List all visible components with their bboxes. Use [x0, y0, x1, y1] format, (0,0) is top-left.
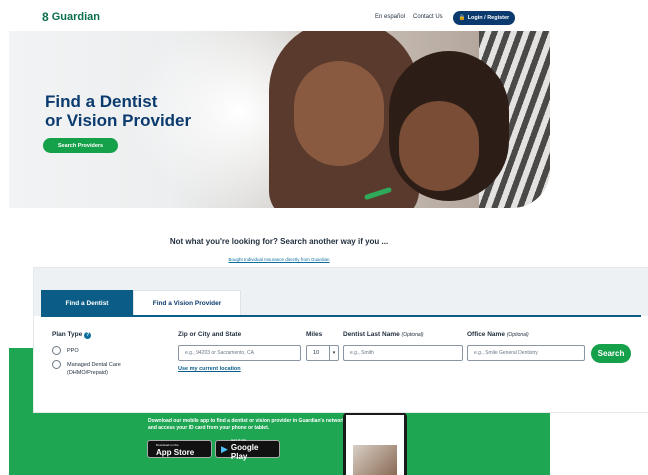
guardian-logo-icon: 8 [42, 10, 49, 24]
hero-title-line1: Find a Dentist [45, 92, 158, 111]
plan-label-ppo: PPO [67, 348, 79, 354]
dentist-optional-text: (Optional) [401, 332, 424, 338]
guardian-logo[interactable]: 8 Guardian [42, 10, 100, 24]
chevron-down-icon: ▾ [329, 346, 338, 360]
app-promo-text: Download our mobile app to find a dentis… [148, 418, 348, 431]
plan-type-text: Plan Type [52, 331, 83, 338]
nav-contact-link[interactable]: Contact Us [413, 14, 443, 20]
office-name-input[interactable]: e.g., Smile General Dentistry [467, 345, 585, 361]
app-store-button[interactable]: Download on the App Store [147, 440, 212, 458]
google-play-button[interactable]: ▶ GET IT ON Google Play [215, 438, 280, 461]
plan-type-label: Plan Type? [52, 331, 92, 339]
phone-screen-photo [353, 445, 397, 475]
login-register-button[interactable]: 🔒 Login / Register [453, 11, 515, 25]
phone-screen [346, 415, 404, 475]
site-header: 8 Guardian En español Contact Us 🔒 Login… [0, 0, 648, 32]
individual-insurance-link[interactable]: Bought Individual Insurance directly fro… [0, 257, 558, 262]
help-icon[interactable]: ? [84, 332, 92, 339]
hero-photo-mother-face [294, 61, 384, 166]
hero-title-line2: or Vision Provider [45, 111, 192, 130]
office-name-text: Office Name [467, 331, 505, 338]
search-providers-button[interactable]: Search Providers [43, 138, 118, 153]
phone-mockup [343, 412, 407, 475]
miles-select[interactable]: 10 ▾ [306, 345, 339, 361]
google-play-icon: ▶ [221, 443, 228, 454]
search-button[interactable]: Search [591, 344, 631, 363]
logo-text: Guardian [51, 11, 100, 23]
zip-input[interactable]: e.g., 94203 or Sacramento, CA [178, 345, 301, 361]
tab-find-vision-provider[interactable]: Find a Vision Provider [133, 290, 241, 316]
zip-label: Zip or City and State [178, 331, 242, 338]
miles-label: Miles [306, 331, 323, 338]
dentist-name-input[interactable]: e.g., Smith [343, 345, 463, 361]
miles-value: 10 [313, 350, 320, 356]
use-current-location-link[interactable]: Use my current location [178, 366, 241, 372]
plan-radio-ppo[interactable] [52, 346, 61, 355]
hero-photo-child-face [399, 101, 479, 191]
office-name-label: Office Name (Optional) [467, 331, 529, 338]
office-optional-text: (Optional) [506, 332, 529, 338]
hero-title: Find a Dentist or Vision Provider [45, 92, 191, 130]
dentist-name-label: Dentist Last Name (Optional) [343, 331, 423, 338]
app-store-big-text: App Store [156, 447, 195, 457]
hero-banner: Find a Dentist or Vision Provider Search… [9, 31, 550, 208]
plan-label-dhmo: Managed Dental Care (DHMO/Prepaid) [67, 362, 121, 376]
nav-espanol-link[interactable]: En español [375, 14, 405, 20]
provider-search-panel: Find a Dentist Find a Vision Provider Pl… [34, 268, 648, 412]
tab-underline [41, 315, 641, 317]
dentist-name-text: Dentist Last Name [343, 331, 400, 338]
lock-icon: 🔒 [458, 15, 466, 21]
plan-radio-dhmo[interactable] [52, 360, 61, 369]
login-register-label: Login / Register [467, 15, 510, 21]
alt-search-heading: Not what you're looking for? Search anot… [169, 237, 389, 246]
tab-find-dentist[interactable]: Find a Dentist [41, 290, 133, 316]
google-play-big-text: Google Play [230, 443, 259, 461]
